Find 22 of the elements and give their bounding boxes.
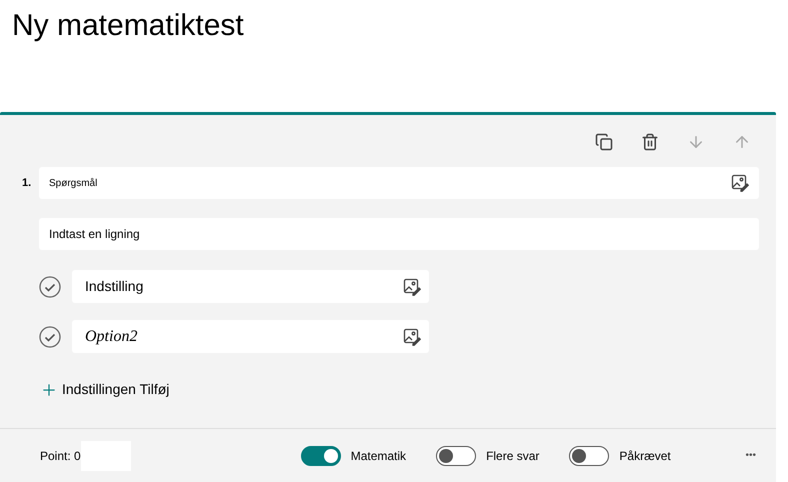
- more-button[interactable]: •••: [745, 448, 756, 463]
- question-field[interactable]: Spørgsmål: [39, 167, 759, 199]
- toggle-label: Flere svar: [486, 448, 540, 464]
- option-field[interactable]: Option2: [72, 320, 429, 353]
- image-edit-icon[interactable]: [403, 328, 421, 346]
- option-field[interactable]: Indstilling: [72, 270, 429, 303]
- toggle-label: Påkrævet: [619, 448, 671, 464]
- image-edit-icon[interactable]: [731, 174, 749, 192]
- form-title: Ny matematiktest: [12, 8, 245, 44]
- toggle-switch[interactable]: [436, 446, 476, 466]
- toggle-switch[interactable]: [569, 446, 610, 466]
- equation-field[interactable]: Indtast en ligning: [39, 218, 759, 250]
- copy-icon[interactable]: [595, 133, 613, 151]
- check-circle-icon[interactable]: [39, 326, 61, 348]
- delete-icon[interactable]: [641, 133, 659, 151]
- question-number: 1.: [22, 176, 32, 191]
- image-edit-icon[interactable]: [403, 278, 421, 296]
- toggle-switch[interactable]: [300, 446, 341, 466]
- add-option-button[interactable]: Indstillingen Tilføj: [40, 379, 170, 400]
- check-circle-icon[interactable]: [39, 276, 61, 298]
- toggle-label: Matematik: [350, 448, 406, 464]
- points-label: Point: 0: [40, 448, 81, 464]
